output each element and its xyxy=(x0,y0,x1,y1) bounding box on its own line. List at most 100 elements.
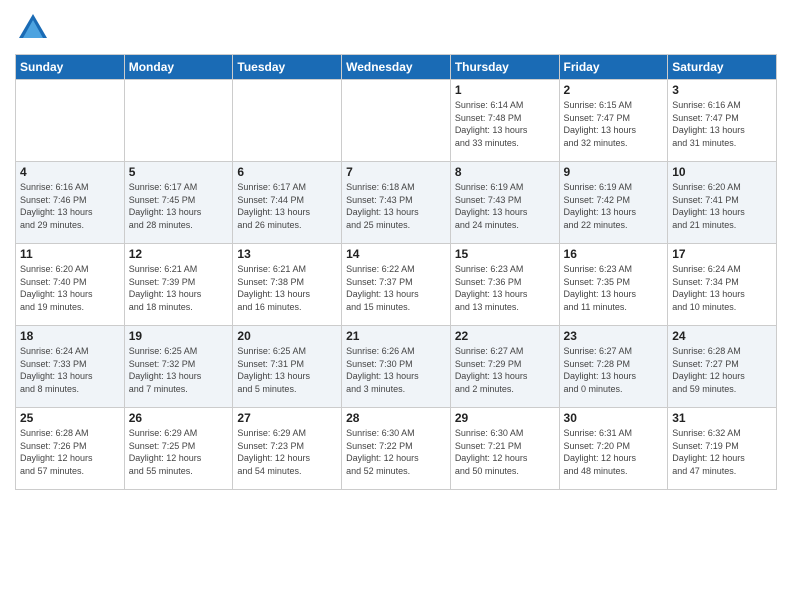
day-info: Sunrise: 6:30 AM Sunset: 7:21 PM Dayligh… xyxy=(455,427,555,477)
day-number: 1 xyxy=(455,83,555,97)
calendar-cell: 2 Sunrise: 6:15 AM Sunset: 7:47 PM Daylig… xyxy=(559,80,668,162)
calendar-header: SundayMondayTuesdayWednesdayThursdayFrid… xyxy=(16,55,777,80)
day-number: 16 xyxy=(564,247,664,261)
day-info: Sunrise: 6:17 AM Sunset: 7:44 PM Dayligh… xyxy=(237,181,337,231)
day-number: 20 xyxy=(237,329,337,343)
calendar-body: 1 Sunrise: 6:14 AM Sunset: 7:48 PM Daylig… xyxy=(16,80,777,490)
calendar-cell: 12 Sunrise: 6:21 AM Sunset: 7:39 PM Dayli… xyxy=(124,244,233,326)
calendar-cell: 22Sunrise: 6:27 AM Sunset: 7:29 PM Dayli… xyxy=(450,326,559,408)
day-number: 28 xyxy=(346,411,446,425)
weekday-header-row: SundayMondayTuesdayWednesdayThursdayFrid… xyxy=(16,55,777,80)
calendar-cell: 31Sunrise: 6:32 AM Sunset: 7:19 PM Dayli… xyxy=(668,408,777,490)
weekday-header-saturday: Saturday xyxy=(668,55,777,80)
day-info: Sunrise: 6:17 AM Sunset: 7:45 PM Dayligh… xyxy=(129,181,229,231)
calendar-cell: 6 Sunrise: 6:17 AM Sunset: 7:44 PM Daylig… xyxy=(233,162,342,244)
day-info: Sunrise: 6:21 AM Sunset: 7:38 PM Dayligh… xyxy=(237,263,337,313)
day-info: Sunrise: 6:19 AM Sunset: 7:42 PM Dayligh… xyxy=(564,181,664,231)
day-number: 2 xyxy=(564,83,664,97)
weekday-header-thursday: Thursday xyxy=(450,55,559,80)
day-number: 9 xyxy=(564,165,664,179)
calendar-cell xyxy=(233,80,342,162)
day-number: 27 xyxy=(237,411,337,425)
weekday-header-sunday: Sunday xyxy=(16,55,125,80)
calendar-cell: 24 Sunrise: 6:28 AM Sunset: 7:27 PM Dayli… xyxy=(668,326,777,408)
calendar-cell: 4Sunrise: 6:16 AM Sunset: 7:46 PM Daylig… xyxy=(16,162,125,244)
calendar-table: SundayMondayTuesdayWednesdayThursdayFrid… xyxy=(15,54,777,490)
week-row-5: 25 Sunrise: 6:28 AM Sunset: 7:26 PM Dayli… xyxy=(16,408,777,490)
day-info: Sunrise: 6:32 AM Sunset: 7:19 PM Dayligh… xyxy=(672,427,772,477)
day-number: 11 xyxy=(20,247,120,261)
day-info: Sunrise: 6:27 AM Sunset: 7:28 PM Dayligh… xyxy=(564,345,664,395)
day-info: Sunrise: 6:27 AM Sunset: 7:29 PM Dayligh… xyxy=(455,345,555,395)
logo xyxy=(15,10,55,46)
week-row-1: 1 Sunrise: 6:14 AM Sunset: 7:48 PM Daylig… xyxy=(16,80,777,162)
day-info: Sunrise: 6:28 AM Sunset: 7:26 PM Dayligh… xyxy=(20,427,120,477)
day-number: 15 xyxy=(455,247,555,261)
day-number: 19 xyxy=(129,329,229,343)
page: SundayMondayTuesdayWednesdayThursdayFrid… xyxy=(0,0,792,612)
calendar-cell: 26Sunrise: 6:29 AM Sunset: 7:25 PM Dayli… xyxy=(124,408,233,490)
calendar-cell: 18 Sunrise: 6:24 AM Sunset: 7:33 PM Dayli… xyxy=(16,326,125,408)
calendar-cell: 15Sunrise: 6:23 AM Sunset: 7:36 PM Dayli… xyxy=(450,244,559,326)
day-info: Sunrise: 6:25 AM Sunset: 7:32 PM Dayligh… xyxy=(129,345,229,395)
week-row-2: 4Sunrise: 6:16 AM Sunset: 7:46 PM Daylig… xyxy=(16,162,777,244)
day-info: Sunrise: 6:24 AM Sunset: 7:34 PM Dayligh… xyxy=(672,263,772,313)
day-number: 6 xyxy=(237,165,337,179)
day-info: Sunrise: 6:22 AM Sunset: 7:37 PM Dayligh… xyxy=(346,263,446,313)
day-info: Sunrise: 6:21 AM Sunset: 7:39 PM Dayligh… xyxy=(129,263,229,313)
calendar-cell: 3Sunrise: 6:16 AM Sunset: 7:47 PM Daylig… xyxy=(668,80,777,162)
day-info: Sunrise: 6:16 AM Sunset: 7:47 PM Dayligh… xyxy=(672,99,772,149)
weekday-header-wednesday: Wednesday xyxy=(342,55,451,80)
calendar-cell: 28 Sunrise: 6:30 AM Sunset: 7:22 PM Dayli… xyxy=(342,408,451,490)
logo-icon xyxy=(15,10,51,46)
day-info: Sunrise: 6:20 AM Sunset: 7:40 PM Dayligh… xyxy=(20,263,120,313)
calendar-cell xyxy=(16,80,125,162)
calendar-cell: 13 Sunrise: 6:21 AM Sunset: 7:38 PM Dayli… xyxy=(233,244,342,326)
calendar-cell: 8 Sunrise: 6:19 AM Sunset: 7:43 PM Daylig… xyxy=(450,162,559,244)
calendar-cell: 23 Sunrise: 6:27 AM Sunset: 7:28 PM Dayli… xyxy=(559,326,668,408)
day-info: Sunrise: 6:16 AM Sunset: 7:46 PM Dayligh… xyxy=(20,181,120,231)
calendar-cell: 11 Sunrise: 6:20 AM Sunset: 7:40 PM Dayli… xyxy=(16,244,125,326)
day-info: Sunrise: 6:30 AM Sunset: 7:22 PM Dayligh… xyxy=(346,427,446,477)
weekday-header-tuesday: Tuesday xyxy=(233,55,342,80)
week-row-4: 18 Sunrise: 6:24 AM Sunset: 7:33 PM Dayli… xyxy=(16,326,777,408)
calendar-cell: 20 Sunrise: 6:25 AM Sunset: 7:31 PM Dayli… xyxy=(233,326,342,408)
day-info: Sunrise: 6:28 AM Sunset: 7:27 PM Dayligh… xyxy=(672,345,772,395)
day-info: Sunrise: 6:29 AM Sunset: 7:23 PM Dayligh… xyxy=(237,427,337,477)
calendar-cell: 9 Sunrise: 6:19 AM Sunset: 7:42 PM Daylig… xyxy=(559,162,668,244)
weekday-header-friday: Friday xyxy=(559,55,668,80)
calendar-cell: 30 Sunrise: 6:31 AM Sunset: 7:20 PM Dayli… xyxy=(559,408,668,490)
day-number: 21 xyxy=(346,329,446,343)
calendar-cell: 21 Sunrise: 6:26 AM Sunset: 7:30 PM Dayli… xyxy=(342,326,451,408)
week-row-3: 11 Sunrise: 6:20 AM Sunset: 7:40 PM Dayli… xyxy=(16,244,777,326)
day-info: Sunrise: 6:15 AM Sunset: 7:47 PM Dayligh… xyxy=(564,99,664,149)
calendar-cell: 14 Sunrise: 6:22 AM Sunset: 7:37 PM Dayli… xyxy=(342,244,451,326)
day-number: 24 xyxy=(672,329,772,343)
calendar-cell: 25 Sunrise: 6:28 AM Sunset: 7:26 PM Dayli… xyxy=(16,408,125,490)
calendar-cell: 1 Sunrise: 6:14 AM Sunset: 7:48 PM Daylig… xyxy=(450,80,559,162)
day-number: 8 xyxy=(455,165,555,179)
day-info: Sunrise: 6:26 AM Sunset: 7:30 PM Dayligh… xyxy=(346,345,446,395)
day-number: 18 xyxy=(20,329,120,343)
calendar-cell: 27 Sunrise: 6:29 AM Sunset: 7:23 PM Dayli… xyxy=(233,408,342,490)
day-number: 7 xyxy=(346,165,446,179)
day-info: Sunrise: 6:23 AM Sunset: 7:35 PM Dayligh… xyxy=(564,263,664,313)
day-info: Sunrise: 6:19 AM Sunset: 7:43 PM Dayligh… xyxy=(455,181,555,231)
day-info: Sunrise: 6:31 AM Sunset: 7:20 PM Dayligh… xyxy=(564,427,664,477)
day-info: Sunrise: 6:25 AM Sunset: 7:31 PM Dayligh… xyxy=(237,345,337,395)
day-info: Sunrise: 6:14 AM Sunset: 7:48 PM Dayligh… xyxy=(455,99,555,149)
day-number: 17 xyxy=(672,247,772,261)
day-number: 25 xyxy=(20,411,120,425)
calendar-cell: 7 Sunrise: 6:18 AM Sunset: 7:43 PM Daylig… xyxy=(342,162,451,244)
day-number: 23 xyxy=(564,329,664,343)
day-info: Sunrise: 6:18 AM Sunset: 7:43 PM Dayligh… xyxy=(346,181,446,231)
header xyxy=(15,10,777,46)
calendar-cell xyxy=(124,80,233,162)
day-number: 30 xyxy=(564,411,664,425)
day-number: 14 xyxy=(346,247,446,261)
calendar-cell: 16 Sunrise: 6:23 AM Sunset: 7:35 PM Dayli… xyxy=(559,244,668,326)
day-info: Sunrise: 6:24 AM Sunset: 7:33 PM Dayligh… xyxy=(20,345,120,395)
day-number: 13 xyxy=(237,247,337,261)
weekday-header-monday: Monday xyxy=(124,55,233,80)
day-number: 12 xyxy=(129,247,229,261)
